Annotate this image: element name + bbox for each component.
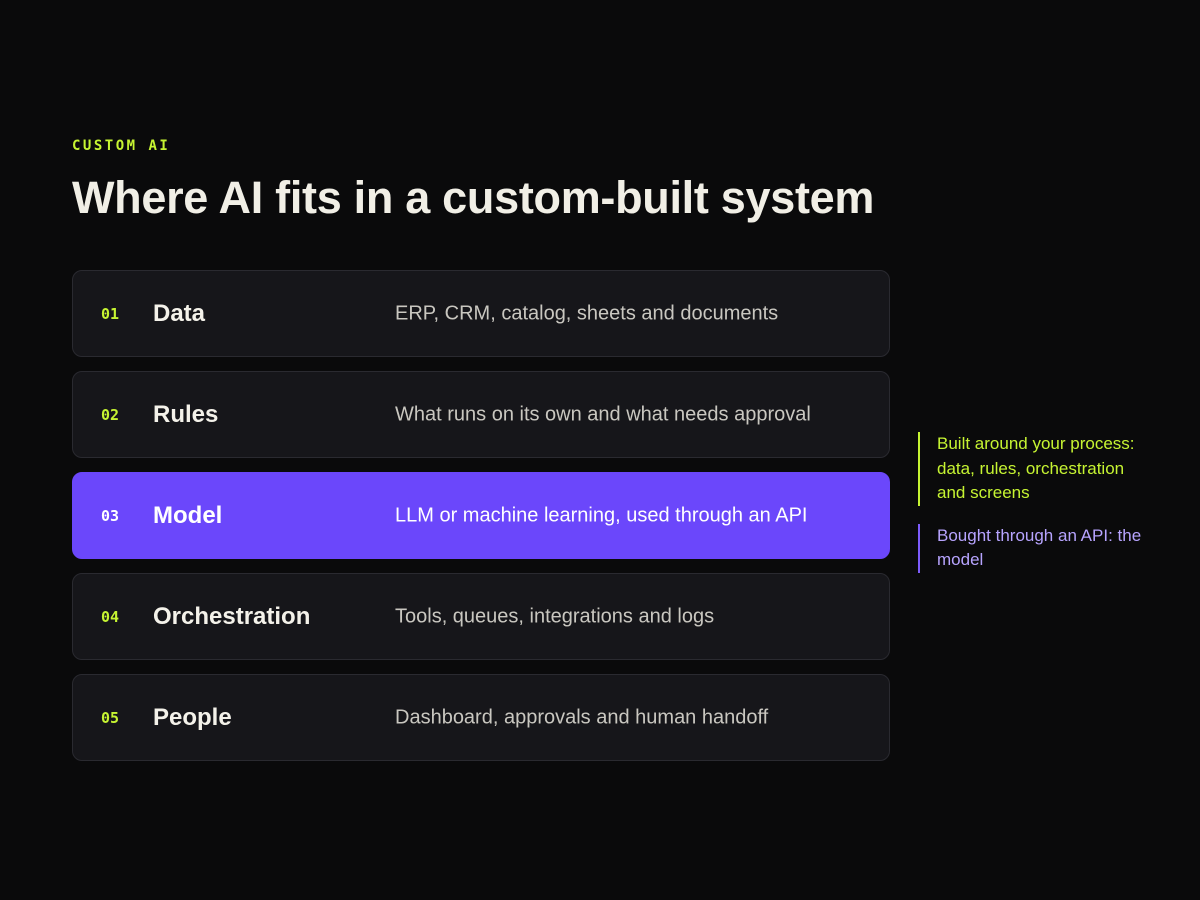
layer-name: People xyxy=(153,703,232,731)
layer-row-model: 03 Model LLM or machine learning, used t… xyxy=(72,472,890,559)
layer-name: Orchestration xyxy=(153,602,311,630)
layer-number: 02 xyxy=(101,405,120,424)
page-title: Where AI fits in a custom-built system xyxy=(72,172,875,223)
side-notes: Built around your process: data, rules, … xyxy=(918,432,1148,591)
eyebrow-label: CUSTOM AI xyxy=(72,138,171,154)
layer-row-data: 01 Data ERP, CRM, catalog, sheets and do… xyxy=(72,270,890,357)
layer-number: 04 xyxy=(101,607,120,626)
layer-description: Tools, queues, integrations and logs xyxy=(395,605,715,627)
layer-number: 01 xyxy=(101,304,120,323)
layer-name: Model xyxy=(153,501,223,529)
layer-row-orchestration: 04 Orchestration Tools, queues, integrat… xyxy=(72,573,890,660)
layer-description: What runs on its own and what needs appr… xyxy=(395,403,811,425)
layer-name: Data xyxy=(153,299,206,327)
layer-description: LLM or machine learning, used through an… xyxy=(395,504,808,526)
layer-number: 03 xyxy=(101,506,120,525)
layer-row-people: 05 People Dashboard, approvals and human… xyxy=(72,674,890,761)
layer-stack: 01 Data ERP, CRM, catalog, sheets and do… xyxy=(72,270,890,775)
layer-description: Dashboard, approvals and human handoff xyxy=(395,706,769,728)
layer-row-rules: 02 Rules What runs on its own and what n… xyxy=(72,371,890,458)
slide: CUSTOM AI Where AI fits in a custom-buil… xyxy=(0,0,1200,900)
note-bought-api: Bought through an API: the model xyxy=(918,523,1148,573)
layer-name: Rules xyxy=(153,400,219,428)
layer-number: 05 xyxy=(101,708,120,727)
note-custom-built: Built around your process: data, rules, … xyxy=(918,432,1148,506)
layer-description: ERP, CRM, catalog, sheets and documents xyxy=(395,302,779,324)
